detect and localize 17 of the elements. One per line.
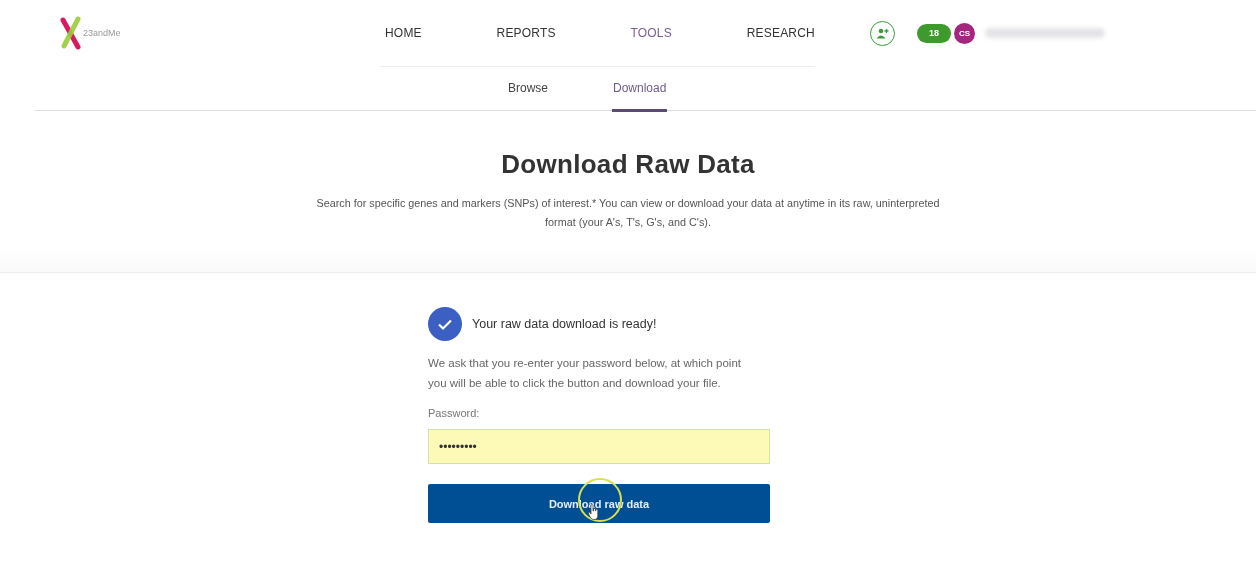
status-message: Your raw data download is ready! (472, 317, 657, 331)
password-field[interactable]: ••••••••• (428, 429, 770, 464)
nav-link[interactable]: TOOLS (630, 26, 672, 40)
nav-link[interactable]: HOME (385, 26, 422, 40)
nav-link[interactable]: RESEARCH (746, 26, 815, 40)
password-label: Password: (428, 407, 481, 419)
logo-text: 23andMe (83, 28, 121, 38)
subnav-tab[interactable]: Browse (507, 67, 549, 112)
page-description: Search for specific genes and markers (SNPs) of interest.* You can view or download your data at anytime in its raw, uninterpreted format (your A's, T's, G's, and C's). (315, 196, 941, 230)
page-title: Download Raw Data (500, 149, 756, 180)
instructions-text: We ask that you re-enter your password below, at which point you will be able to click the button and download your file. (428, 356, 742, 391)
check-icon (428, 307, 462, 341)
add-person-icon (876, 27, 889, 39)
notification-badge[interactable]: 18 (917, 23, 951, 43)
user-avatar[interactable]: CS (954, 22, 975, 44)
nav-link[interactable]: REPORTS (496, 26, 556, 40)
logo-icon (60, 16, 82, 50)
